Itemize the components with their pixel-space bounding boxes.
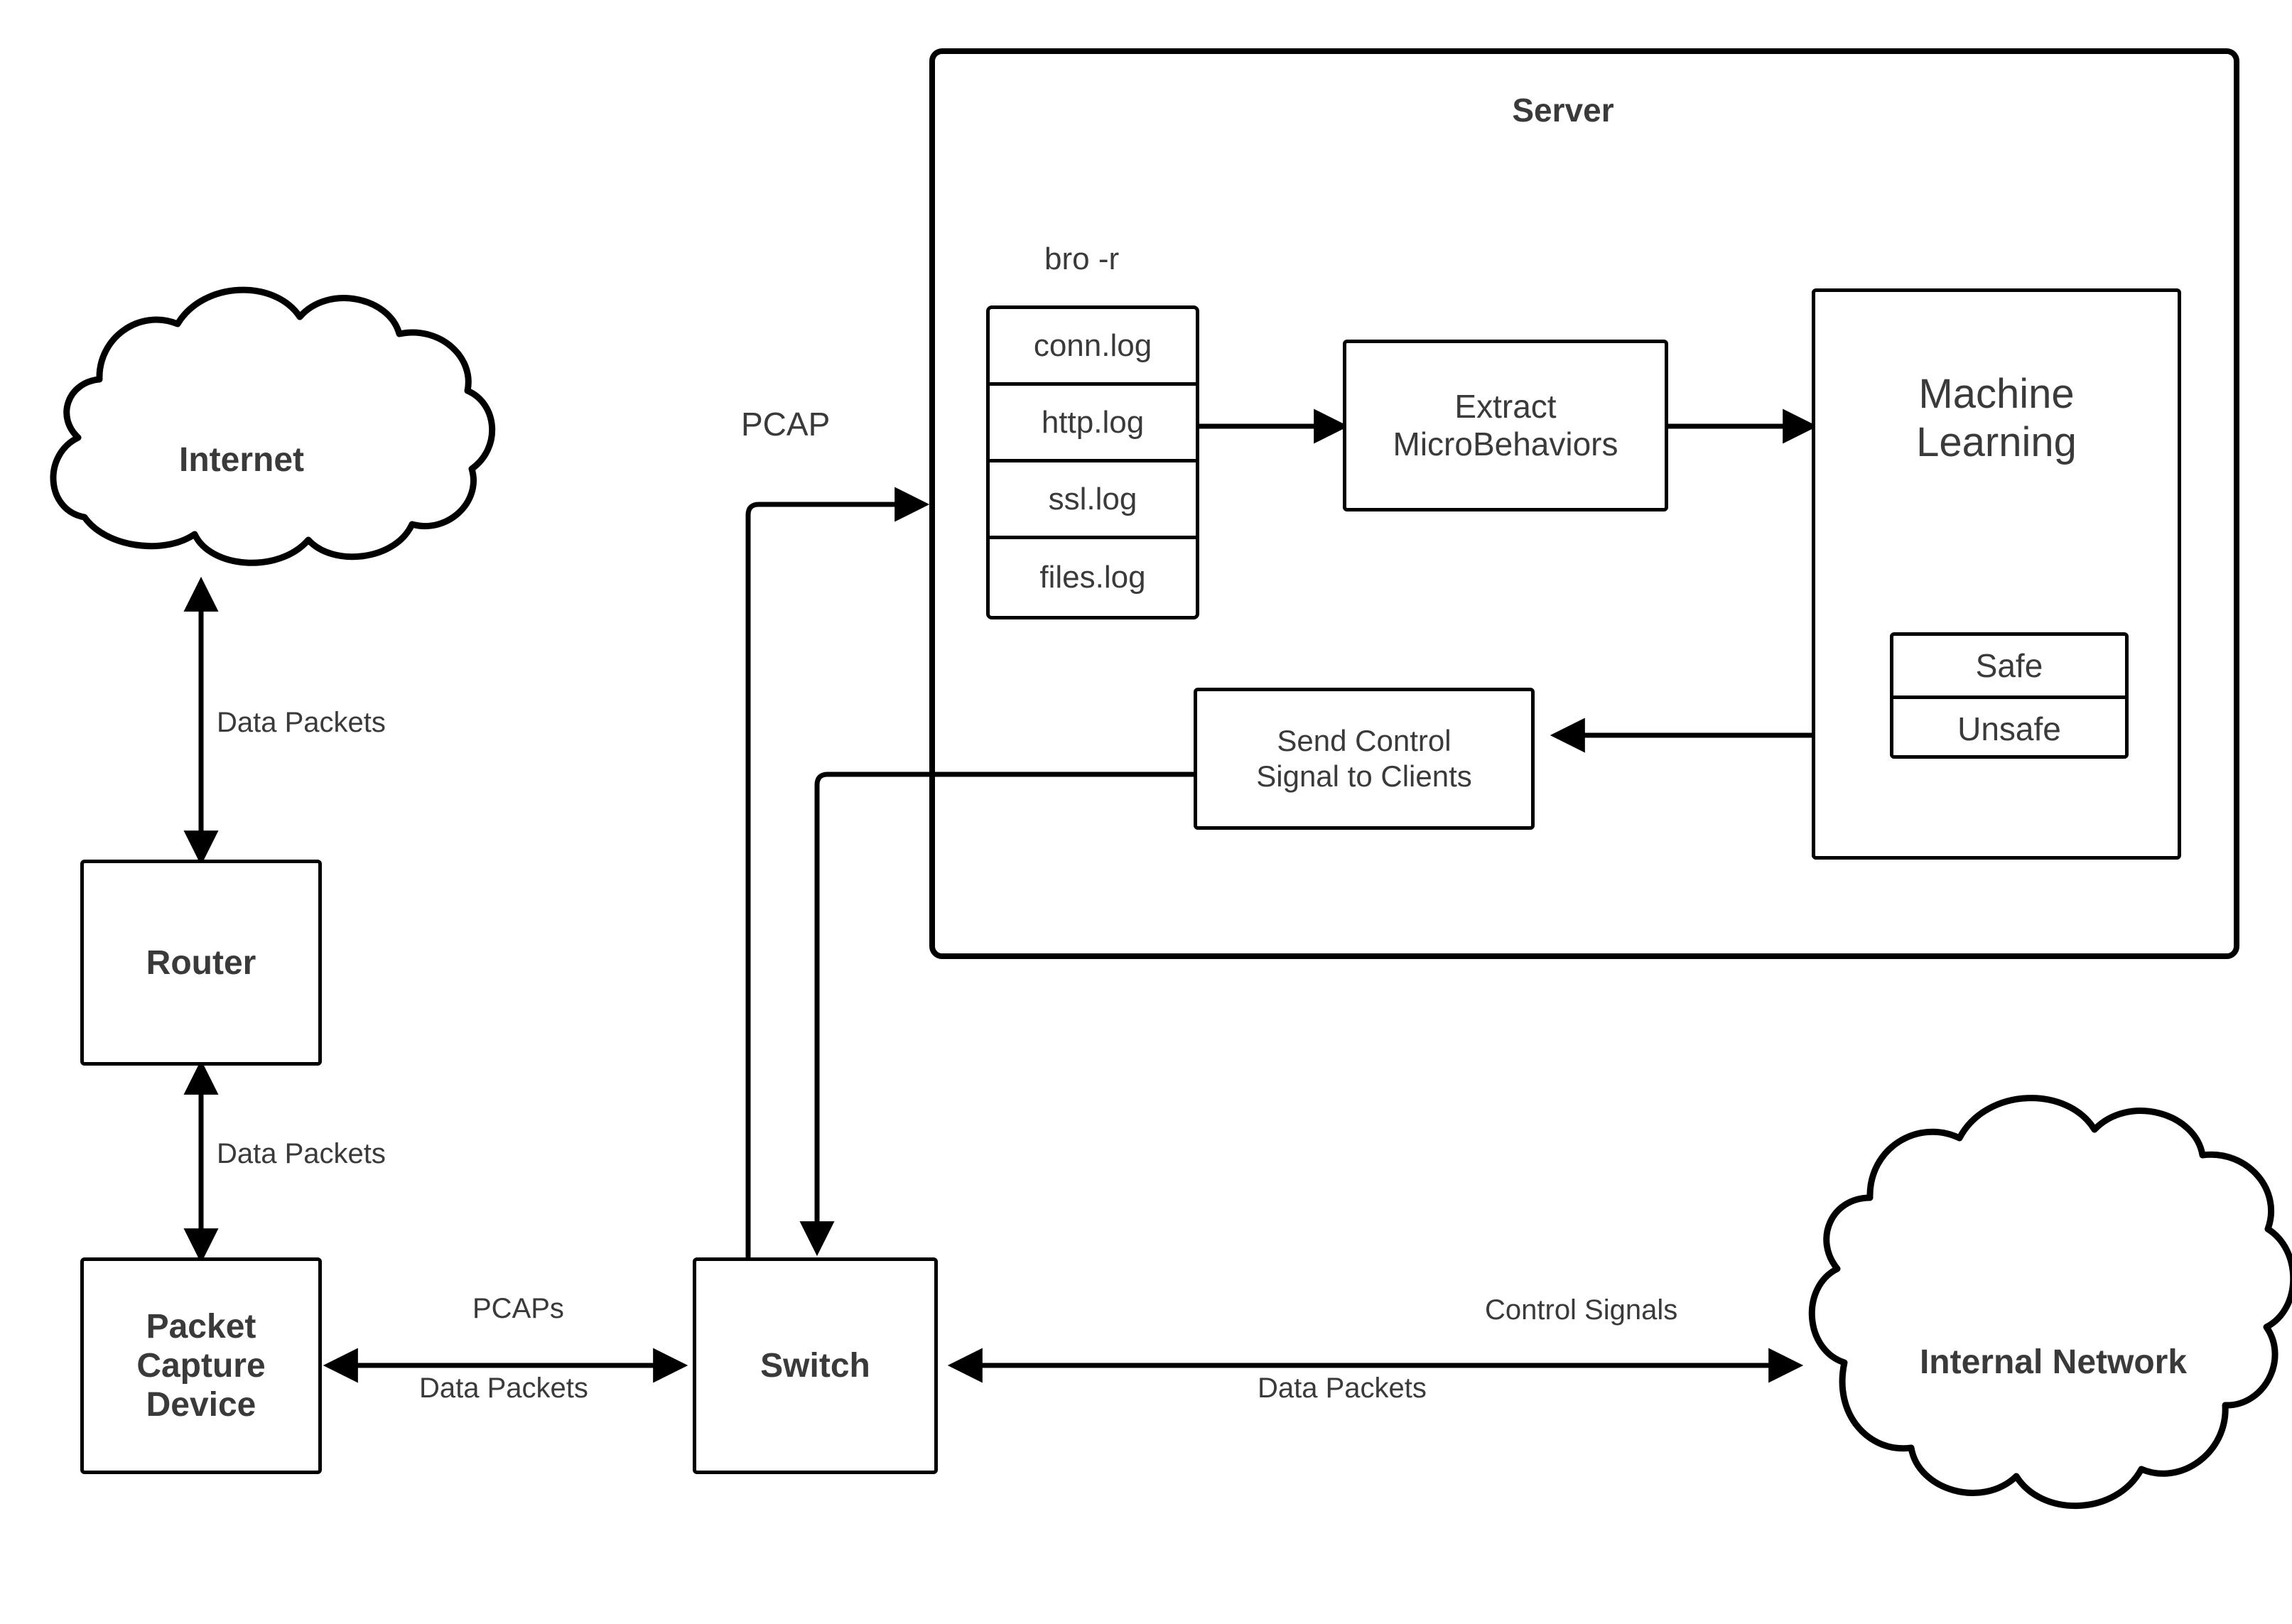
log-label-http: http.log bbox=[1041, 404, 1145, 440]
log-label-ssl: ssl.log bbox=[1048, 481, 1137, 516]
log-row-conn[interactable]: conn.log bbox=[990, 309, 1196, 386]
edge-label-pcd-switch-bottom: Data Packets bbox=[419, 1373, 588, 1404]
internal-network-cloud-label: Internal Network bbox=[1919, 1343, 2188, 1381]
packet-capture-device-box[interactable]: Packet Capture Device bbox=[80, 1257, 322, 1474]
internet-cloud-label: Internet bbox=[178, 441, 304, 479]
edge-label-pcd-switch-top: PCAPs bbox=[472, 1293, 564, 1324]
bro-log-stack: conn.log http.log ssl.log files.log bbox=[986, 305, 1199, 619]
machine-learning-box[interactable]: Machine Learning bbox=[1812, 288, 2181, 860]
packet-capture-device-label: Packet Capture Device bbox=[136, 1307, 266, 1424]
router-label: Router bbox=[146, 943, 256, 982]
extract-microbehaviors-box[interactable]: Extract MicroBehaviors bbox=[1343, 340, 1668, 511]
router-box[interactable]: Router bbox=[80, 860, 322, 1066]
send-control-signal-label: Send Control Signal to Clients bbox=[1256, 724, 1472, 793]
switch-box[interactable]: Switch bbox=[693, 1257, 938, 1474]
verdict-label-safe: Safe bbox=[1975, 647, 2043, 684]
log-row-http[interactable]: http.log bbox=[990, 386, 1196, 462]
edge-label-switch-internal-top: Control Signals bbox=[1485, 1294, 1678, 1326]
log-row-ssl[interactable]: ssl.log bbox=[990, 462, 1196, 539]
edge-label-switch-internal-bottom: Data Packets bbox=[1258, 1373, 1427, 1404]
verdict-row-unsafe[interactable]: Unsafe bbox=[1893, 699, 2125, 755]
bro-command-label: bro -r bbox=[1044, 242, 1120, 276]
verdict-row-safe[interactable]: Safe bbox=[1893, 636, 2125, 699]
server-title: Server bbox=[1350, 85, 1776, 135]
server-title-text: Server bbox=[1512, 92, 1614, 129]
extract-microbehaviors-label: Extract MicroBehaviors bbox=[1393, 388, 1618, 462]
edge-switch-to-server-pcap bbox=[745, 487, 930, 1257]
log-label-conn: conn.log bbox=[1033, 327, 1152, 363]
machine-learning-label: Machine Learning bbox=[1916, 371, 2077, 466]
internal-network-cloud-shape bbox=[1808, 1095, 2292, 1509]
log-row-files[interactable]: files.log bbox=[990, 539, 1196, 616]
internal-network-cloud[interactable]: Internal Network bbox=[1840, 1343, 2266, 1400]
verdict-label-unsafe: Unsafe bbox=[1957, 710, 2061, 747]
edge-label-internet-router: Data Packets bbox=[217, 707, 386, 738]
log-label-files: files.log bbox=[1039, 560, 1146, 595]
switch-label: Switch bbox=[760, 1347, 870, 1385]
internet-cloud[interactable]: Internet bbox=[43, 440, 440, 497]
ml-verdict-stack: Safe Unsafe bbox=[1890, 632, 2129, 759]
diagram-canvas: Server bro -r conn.log http.log ssl.log … bbox=[0, 0, 2292, 1624]
edge-label-switch-server-pcap: PCAP bbox=[741, 406, 831, 443]
internet-cloud-shape bbox=[50, 286, 496, 566]
edge-control-signal-to-switch bbox=[799, 772, 1194, 1257]
edge-label-router-pcd: Data Packets bbox=[217, 1138, 386, 1169]
send-control-signal-box[interactable]: Send Control Signal to Clients bbox=[1194, 688, 1535, 830]
